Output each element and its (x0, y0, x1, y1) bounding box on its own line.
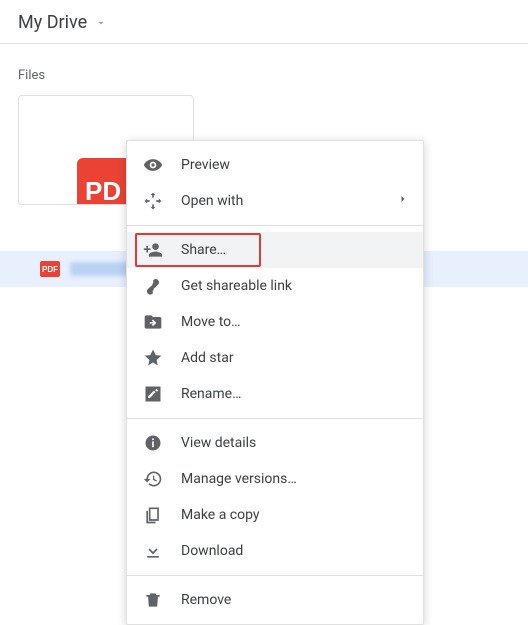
menu-item-add-star[interactable]: Add star (127, 340, 423, 376)
menu-item-remove[interactable]: Remove (127, 582, 423, 618)
link-icon (143, 276, 163, 296)
menu-item-rename[interactable]: Rename… (127, 376, 423, 412)
menu-item-preview[interactable]: Preview (127, 147, 423, 183)
menu-item-open-with[interactable]: Open with (127, 183, 423, 219)
menu-label: View details (181, 435, 256, 451)
menu-label: Share… (181, 242, 226, 258)
menu-item-get-link[interactable]: Get shareable link (127, 268, 423, 304)
location-breadcrumb[interactable]: My Drive (0, 0, 528, 44)
pdf-icon: PDF (40, 261, 60, 277)
section-label-files: Files (0, 44, 528, 95)
menu-item-manage-versions[interactable]: Manage versions… (127, 461, 423, 497)
menu-label: Rename… (181, 386, 241, 402)
eye-icon (143, 155, 163, 175)
menu-label: Get shareable link (181, 278, 292, 294)
menu-item-download[interactable]: Download (127, 533, 423, 569)
page-title: My Drive (18, 12, 87, 33)
menu-label: Download (181, 543, 243, 559)
menu-separator (127, 225, 423, 226)
trash-icon (143, 590, 163, 610)
menu-label: Open with (181, 193, 243, 209)
info-icon (143, 433, 163, 453)
menu-label: Manage versions… (181, 471, 297, 487)
menu-label: Remove (181, 592, 231, 608)
menu-item-view-details[interactable]: View details (127, 425, 423, 461)
menu-label: Move to… (181, 314, 241, 330)
download-icon (143, 541, 163, 561)
history-icon (143, 469, 163, 489)
folder-move-icon (143, 312, 163, 332)
person-add-icon (143, 240, 163, 260)
pencil-icon (143, 384, 163, 404)
file-context-menu: Preview Open with Share… Get shareable l… (126, 140, 424, 625)
chevron-down-icon (95, 17, 107, 29)
menu-item-move-to[interactable]: Move to… (127, 304, 423, 340)
chevron-right-icon (397, 193, 409, 209)
open-with-icon (143, 191, 163, 211)
menu-item-make-copy[interactable]: Make a copy (127, 497, 423, 533)
menu-label: Preview (181, 157, 230, 173)
menu-label: Make a copy (181, 507, 260, 523)
menu-separator (127, 575, 423, 576)
menu-label: Add star (181, 350, 234, 366)
menu-item-share[interactable]: Share… (127, 232, 423, 268)
menu-separator (127, 418, 423, 419)
star-icon (143, 348, 163, 368)
copy-icon (143, 505, 163, 525)
